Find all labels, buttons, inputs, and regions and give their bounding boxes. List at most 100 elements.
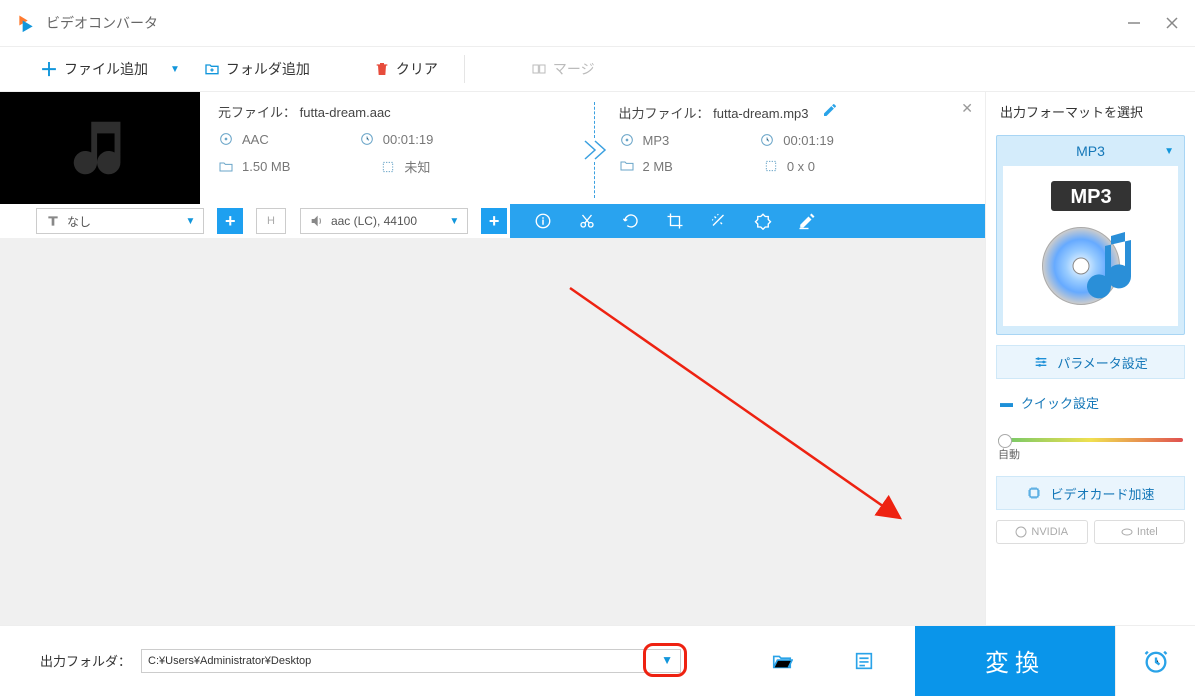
file-thumbnail[interactable]	[0, 92, 200, 204]
clock-icon	[759, 132, 775, 148]
format-icon	[218, 131, 234, 147]
text-icon	[45, 213, 61, 229]
titlebar: ビデオコンバータ	[0, 0, 1195, 46]
quality-slider[interactable]	[998, 438, 1183, 442]
output-folder-dropdown[interactable]: ▼	[661, 653, 673, 667]
trash-icon	[374, 61, 390, 77]
output-resolution: 0 x 0	[787, 159, 815, 174]
output-panel-title: 出力フォーマットを選択	[996, 102, 1185, 125]
output-info: 出力ファイル： futta-dream.mp3 MP3 00:01:19 2 M…	[619, 102, 970, 198]
dimensions-icon	[763, 158, 779, 174]
format-preview: MP3	[1003, 166, 1178, 326]
sliders-icon	[1033, 354, 1049, 370]
format-name: MP3	[1076, 143, 1105, 159]
parameter-settings-button[interactable]: パラメータ設定	[996, 345, 1185, 379]
nvidia-label: NVIDIA	[1031, 526, 1068, 538]
folder-icon	[218, 159, 234, 175]
add-file-label: ファイル追加	[64, 59, 148, 79]
add-subtitle-button[interactable]: +	[217, 208, 243, 234]
nvidia-icon	[1015, 526, 1027, 538]
main-toolbar: ＋ ファイル追加 ▼ フォルダ追加 クリア マージ	[0, 46, 1195, 92]
add-folder-label: フォルダ追加	[226, 59, 310, 79]
folder-plus-icon	[204, 61, 220, 77]
file-list-area	[0, 238, 985, 625]
chevron-down-icon: ▼	[185, 216, 195, 227]
parameter-settings-label: パラメータ設定	[1057, 353, 1148, 372]
subtitle-select[interactable]: なし ▼	[36, 208, 204, 234]
add-folder-button[interactable]: フォルダ追加	[194, 55, 320, 83]
rotate-button[interactable]	[622, 212, 640, 230]
effects-button[interactable]	[710, 212, 728, 230]
source-size: 1.50 MB	[242, 159, 290, 174]
quick-settings-toggle[interactable]: ▬ クイック設定	[996, 389, 1185, 416]
task-list-button[interactable]	[853, 650, 875, 672]
convert-button[interactable]: 変換	[915, 626, 1115, 696]
annotation-arrow	[560, 278, 920, 538]
gpu-accel-button[interactable]: ビデオカード加速	[996, 476, 1185, 510]
nvidia-chip[interactable]: NVIDIA	[996, 520, 1088, 544]
output-label: 出力ファイル：	[619, 106, 710, 121]
quality-slider-label: 自動	[998, 446, 1183, 462]
clear-button[interactable]: クリア	[364, 55, 448, 83]
audio-track-value: aac (LC), 44100	[331, 214, 417, 228]
app-title: ビデオコンバータ	[46, 13, 158, 33]
schedule-button[interactable]	[1115, 626, 1195, 696]
chevron-down-icon: ▼	[170, 64, 180, 75]
minimize-button[interactable]	[1127, 16, 1141, 30]
subtitle-h-button[interactable]: H	[256, 208, 286, 234]
chevron-down-icon: ▼	[1164, 146, 1174, 157]
conversion-arrow	[569, 102, 619, 198]
music-note-icon	[65, 113, 135, 183]
quick-settings-label: クイック設定	[1021, 393, 1099, 412]
open-folder-button[interactable]	[771, 650, 793, 672]
source-filename: futta-dream.aac	[300, 105, 391, 120]
dimensions-icon	[380, 159, 396, 175]
info-button[interactable]	[534, 212, 552, 230]
cut-button[interactable]	[578, 212, 596, 230]
quality-slider-wrap: 自動	[996, 426, 1185, 466]
subtitle-value: なし	[67, 213, 91, 230]
clear-label: クリア	[396, 59, 438, 79]
format-icon	[619, 132, 635, 148]
svg-text:MP3: MP3	[1070, 186, 1111, 208]
edit-icon[interactable]	[822, 102, 838, 118]
output-folder-input[interactable]	[141, 649, 681, 673]
edit-button[interactable]	[798, 212, 816, 230]
merge-button[interactable]: マージ	[521, 55, 605, 83]
merge-icon	[531, 61, 547, 77]
audio-track-select[interactable]: aac (LC), 44100 ▼	[300, 208, 468, 234]
add-audio-button[interactable]: +	[481, 208, 507, 234]
gpu-chips: NVIDIA Intel	[996, 520, 1185, 544]
alarm-clock-icon	[1142, 647, 1170, 675]
toolbar-divider	[464, 55, 465, 83]
clock-icon	[359, 131, 375, 147]
add-file-button[interactable]: ＋ ファイル追加 ▼	[30, 52, 190, 86]
output-duration: 00:01:19	[783, 133, 834, 148]
chip-icon	[1026, 485, 1042, 501]
watermark-button[interactable]	[754, 212, 772, 230]
intel-label: Intel	[1137, 526, 1158, 538]
source-duration: 00:01:19	[383, 132, 434, 147]
merge-label: マージ	[553, 59, 595, 79]
output-size: 2 MB	[643, 159, 673, 174]
app-logo-icon	[16, 13, 36, 33]
crop-button[interactable]	[666, 212, 684, 230]
source-resolution: 未知	[404, 157, 430, 176]
format-card[interactable]: MP3 ▼ MP3	[996, 135, 1185, 335]
source-info: 元ファイル： futta-dream.aac AAC 00:01:19 1.50…	[218, 102, 569, 198]
remove-file-button[interactable]: ✕	[961, 100, 973, 117]
file-item: 元ファイル： futta-dream.aac AAC 00:01:19 1.50…	[0, 92, 985, 204]
chevron-down-icon: ▼	[449, 216, 459, 227]
output-filename: futta-dream.mp3	[713, 106, 808, 121]
folder-icon	[619, 158, 635, 174]
speaker-icon	[309, 213, 325, 229]
source-label: 元ファイル：	[218, 105, 296, 120]
output-format: MP3	[643, 133, 670, 148]
bottom-bar: 出力フォルダ： ▼ 変換	[0, 625, 1195, 695]
output-panel: 出力フォーマットを選択 MP3 ▼ MP3 パラメータ設定 ▬ クイック設定	[985, 92, 1195, 625]
convert-label: 変換	[985, 643, 1045, 678]
close-button[interactable]	[1165, 16, 1179, 30]
intel-chip[interactable]: Intel	[1094, 520, 1186, 544]
plus-icon: ＋	[40, 56, 58, 82]
mp3-format-icon: MP3	[1031, 176, 1151, 316]
